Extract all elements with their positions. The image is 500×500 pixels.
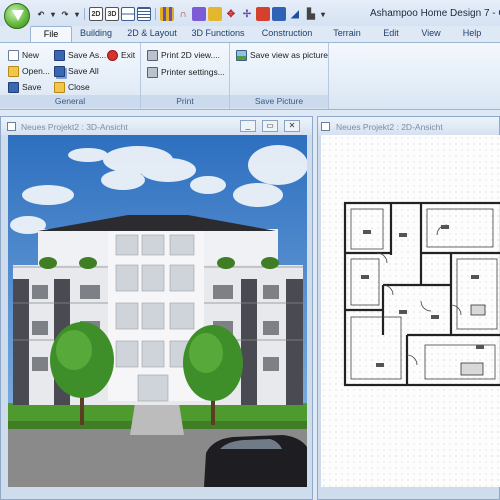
split-view-icon[interactable] [121, 7, 135, 21]
move-icon[interactable]: ✢ [240, 7, 254, 21]
save-as-label: Save As... [68, 50, 107, 60]
save-view-label: Save view as picture [250, 50, 328, 60]
tab-view[interactable]: View [410, 26, 452, 42]
2d-floor-plan-viewport[interactable] [321, 135, 500, 487]
close-label: Close [68, 82, 90, 92]
grid-color-icon[interactable] [160, 7, 174, 21]
restore-button[interactable]: ▭ [262, 120, 278, 132]
pane-3d-header[interactable]: Neues Projekt2 : 3D-Ansicht _ ▭ ✕ [1, 117, 312, 135]
folder-close-icon [54, 81, 65, 93]
group-label-print: Print [141, 95, 229, 108]
measure-icon[interactable] [208, 7, 222, 21]
window-title: Ashampoo Home Design 7 - C:\Pro [370, 8, 500, 19]
wall-icon[interactable] [272, 7, 286, 21]
folder-open-icon [8, 65, 19, 77]
document-icon [7, 122, 16, 131]
exit-button[interactable]: Exit [107, 48, 135, 62]
view-2d-button[interactable]: 2D [89, 7, 103, 21]
save-disk-icon [8, 81, 19, 93]
pane-2d-title: Neues Projekt2 : 2D-Ansicht [336, 122, 443, 132]
minimize-button[interactable]: _ [240, 120, 256, 132]
grid-icon[interactable] [137, 7, 151, 21]
floor-plan-drawing [343, 201, 500, 387]
car [204, 435, 307, 487]
brush-icon[interactable]: ◢ [288, 7, 302, 21]
group-print: Print 2D view.... Printer settings... Pr… [141, 43, 230, 109]
printer-settings-label: Printer settings... [161, 67, 225, 77]
3d-render-viewport[interactable] [8, 135, 307, 487]
new-document-icon [8, 49, 19, 61]
print-2d-view-button[interactable]: Print 2D view.... [147, 48, 220, 62]
tab-construction[interactable]: Construction [252, 26, 322, 42]
open-label: Open... [22, 66, 50, 76]
pane-2d-view[interactable]: Neues Projekt2 : 2D-Ansicht [317, 116, 500, 500]
printer-settings-icon [147, 66, 158, 78]
printer-icon [147, 49, 158, 61]
save-all-label: Save All [68, 66, 99, 76]
open-button[interactable]: Open... [8, 64, 50, 78]
magnet-icon[interactable]: ∩ [176, 7, 190, 21]
pane-3d-view[interactable]: Neues Projekt2 : 3D-Ansicht _ ▭ ✕ [0, 116, 313, 500]
tab-edit[interactable]: Edit [372, 26, 410, 42]
chevron-down-icon[interactable]: ▾ [50, 7, 56, 21]
pane-2d-header[interactable]: Neues Projekt2 : 2D-Ansicht [318, 117, 499, 135]
group-general: New Open... Save Save As... Save All Clo… [0, 43, 141, 109]
close-pane-button[interactable]: ✕ [284, 120, 300, 132]
undo-icon[interactable]: ↶ [34, 7, 48, 21]
title-bar: ↶ ▾ ↷ ▾ 2D 3D ∩ ✥ ✢ ◢ ▙ ▾ Ashampoo Home … [0, 0, 500, 29]
tab-3d-functions[interactable]: 3D Functions [184, 26, 252, 42]
chevron-down-icon[interactable]: ▾ [320, 7, 326, 21]
save-as-icon [54, 49, 65, 61]
tab-terrain[interactable]: Terrain [322, 26, 372, 42]
group-save-picture: Save view as picture Save Picture [230, 43, 329, 109]
tab-building[interactable]: Building [72, 26, 120, 42]
redo-icon[interactable]: ↷ [58, 7, 72, 21]
separator [155, 8, 156, 20]
tab-file[interactable]: File [30, 26, 72, 42]
save-button[interactable]: Save [8, 80, 41, 94]
3d-house-render [8, 135, 307, 487]
tab-help[interactable]: Help [452, 26, 492, 42]
application-menu-button[interactable] [4, 3, 30, 29]
view-3d-button[interactable]: 3D [105, 7, 119, 21]
ribbon-tabs: File Building 2D & Layout 3D Functions C… [0, 26, 500, 42]
pointer-icon[interactable]: ✥ [224, 7, 238, 21]
arrow-down-icon [12, 10, 24, 21]
chevron-down-icon[interactable]: ▾ [74, 7, 80, 21]
picture-icon [236, 49, 247, 61]
tab-2d-layout[interactable]: 2D & Layout [120, 26, 184, 42]
new-button[interactable]: New [8, 48, 39, 62]
new-label: New [22, 50, 40, 60]
printer-settings-button[interactable]: Printer settings... [147, 65, 225, 79]
print-2d-label: Print 2D view.... [161, 50, 221, 60]
stamp-icon[interactable]: ▙ [304, 7, 318, 21]
ribbon: New Open... Save Save As... Save All Clo… [0, 42, 500, 110]
ruler-icon[interactable] [192, 7, 206, 21]
save-all-button[interactable]: Save All [54, 64, 99, 78]
paint-icon[interactable] [256, 7, 270, 21]
document-icon [321, 122, 330, 131]
save-all-icon [54, 65, 65, 77]
group-label-general: General [0, 95, 140, 108]
separator [84, 8, 85, 20]
exit-label: Exit [121, 50, 136, 60]
pane-3d-title: Neues Projekt2 : 3D-Ansicht [21, 122, 128, 132]
save-view-as-picture-button[interactable]: Save view as picture [236, 48, 328, 62]
save-label: Save [22, 82, 42, 92]
exit-icon [107, 49, 118, 61]
quick-access-toolbar: ↶ ▾ ↷ ▾ 2D 3D ∩ ✥ ✢ ◢ ▙ ▾ [34, 7, 326, 21]
save-as-button[interactable]: Save As... [54, 48, 106, 62]
group-label-save-picture: Save Picture [230, 95, 328, 108]
close-button[interactable]: Close [54, 80, 90, 94]
